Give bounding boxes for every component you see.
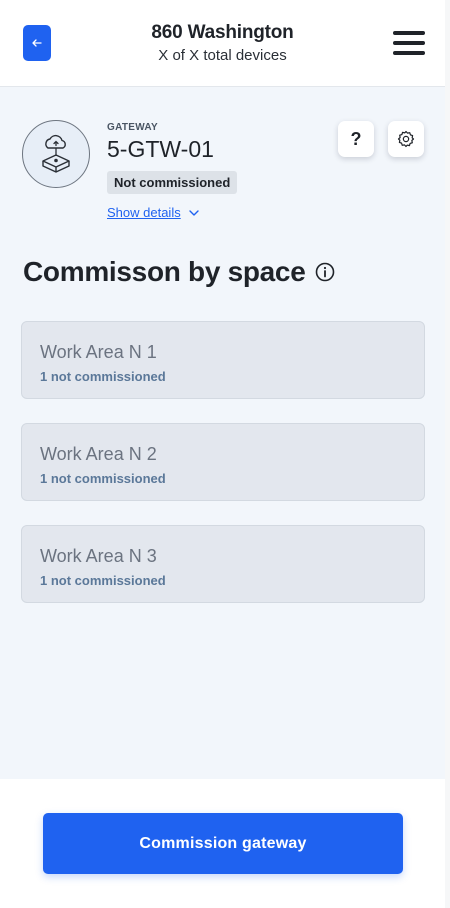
space-status: 1 not commissioned (40, 573, 166, 588)
page-subtitle: X of X total devices (158, 47, 287, 64)
space-name: Work Area N 3 (40, 546, 157, 566)
info-icon[interactable] (315, 262, 335, 282)
settings-button[interactable] (388, 121, 424, 157)
section-title-text: Commisson by space (23, 256, 306, 287)
space-card-work-area-2[interactable]: Work Area N 2 1 not commissioned (21, 423, 425, 501)
header-text: 860 Washington X of X total devices (0, 22, 445, 64)
show-details-link[interactable]: Show details (107, 205, 199, 220)
page-title: 860 Washington (151, 22, 294, 43)
hamburger-menu-icon[interactable] (393, 31, 425, 55)
gateway-device-icon (22, 120, 90, 188)
show-details-label: Show details (107, 205, 181, 220)
commission-gateway-button[interactable]: Commission gateway (43, 813, 403, 874)
space-card-work-area-1[interactable]: Work Area N 1 1 not commissioned (21, 321, 425, 399)
space-name: Work Area N 2 (40, 444, 157, 464)
help-icon: ? (350, 128, 362, 149)
space-status: 1 not commissioned (40, 369, 166, 384)
app-header: 860 Washington X of X total devices (0, 0, 445, 87)
space-status: 1 not commissioned (40, 471, 166, 486)
gateway-name: 5-GTW-01 (107, 136, 214, 162)
chevron-down-icon (189, 209, 199, 216)
right-edge (445, 0, 450, 908)
section-title: Commisson by space (23, 256, 335, 288)
gateway-type-label: GATEWAY (107, 122, 158, 133)
status-badge: Not commissioned (107, 171, 238, 194)
space-name: Work Area N 1 (40, 342, 157, 362)
help-button[interactable]: ? (338, 121, 374, 157)
gear-icon (397, 130, 415, 148)
space-card-work-area-3[interactable]: Work Area N 3 1 not commissioned (21, 525, 425, 603)
